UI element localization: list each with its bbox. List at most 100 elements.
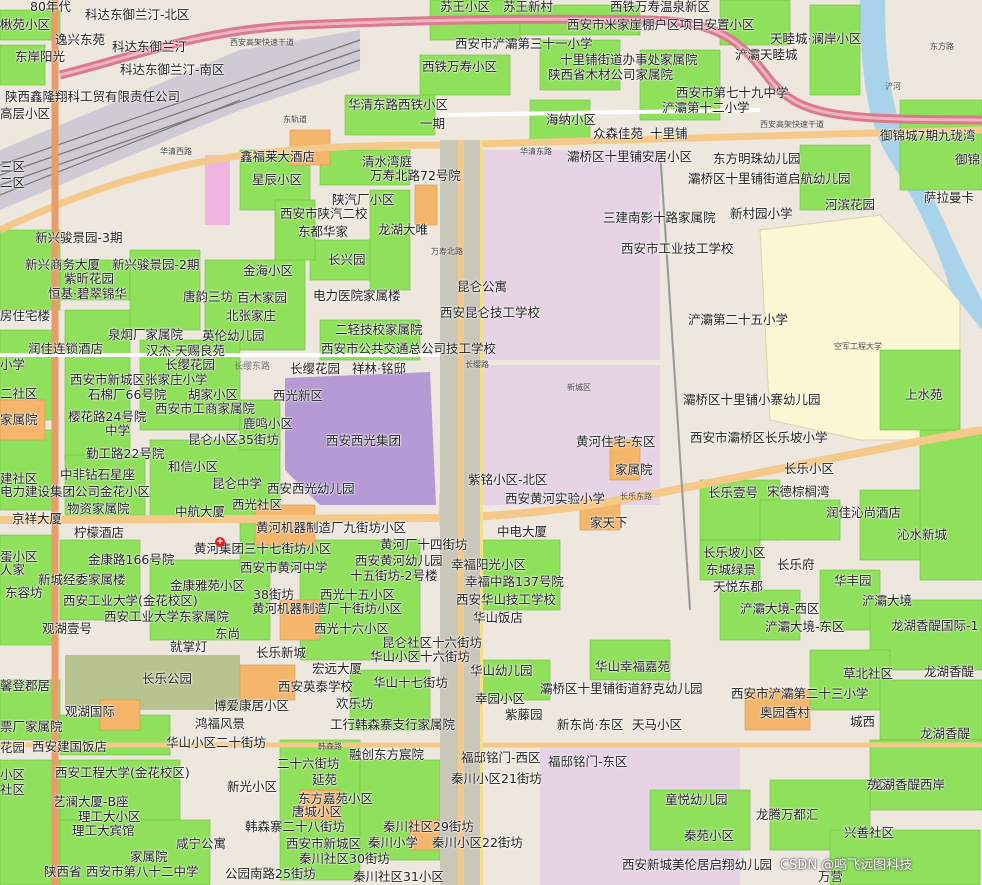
map-label[interactable]: 华丰园	[834, 574, 872, 588]
map-label[interactable]: 西安市黄河中学	[240, 561, 328, 575]
map-label[interactable]: 长乐府	[777, 558, 815, 572]
map-label[interactable]: 西安市新城区张家庄小学	[70, 373, 208, 387]
map-label[interactable]: 星辰小区	[252, 173, 302, 187]
map-label[interactable]: 理工大小区	[78, 810, 141, 824]
map-label[interactable]: 西安市陕汽二校	[280, 207, 368, 221]
map-label[interactable]: 西安昆仑技工学校	[440, 306, 540, 320]
map-label[interactable]: 西安市浐灞第三十一小学	[455, 37, 593, 51]
map-label[interactable]: 浐灞大境	[862, 594, 912, 608]
map-label[interactable]: 昆仑中学	[212, 477, 262, 491]
map-label[interactable]: 龙湖香醍	[920, 727, 970, 741]
map-label[interactable]: 苏王新村	[503, 0, 553, 14]
map-label[interactable]: 新村园小学	[730, 207, 793, 221]
map-label[interactable]: 西安市第七十九中学	[676, 86, 789, 100]
map-label[interactable]: 长乐小区	[784, 462, 834, 476]
map-label[interactable]: 华山幸福嘉苑	[595, 660, 670, 674]
map-label[interactable]: 海纳小区	[546, 113, 596, 127]
map-label[interactable]: 西安新城美伦居启翔幼儿园	[622, 858, 772, 872]
map-label[interactable]: 人家	[0, 563, 25, 577]
map-label[interactable]: 咸宁公寓	[176, 837, 226, 851]
map-label[interactable]: 长乐壹号	[708, 486, 758, 500]
map-label[interactable]: 长缨花园	[165, 358, 215, 372]
map-label[interactable]: 草北社区	[843, 667, 893, 681]
map-label[interactable]: 三区	[0, 160, 25, 174]
map-label[interactable]: 福邸铭门-西区	[461, 751, 541, 765]
map-label[interactable]: 二区	[0, 176, 25, 190]
map-label[interactable]: 黄河厂十四街坊	[380, 538, 468, 552]
map-label[interactable]: 西光十六小区	[314, 622, 389, 636]
map-label[interactable]: 西安西光集团	[326, 434, 401, 448]
map-label[interactable]: 和信小区	[168, 460, 218, 474]
map-label[interactable]: 中电大厦	[497, 525, 547, 539]
map-label[interactable]: 秦川社区29街坊	[383, 820, 474, 834]
map-label[interactable]: 浐灞天睦城	[735, 48, 798, 62]
map-label[interactable]: 秦川社区31小区	[353, 870, 444, 884]
map-label[interactable]: 英伦幼儿园	[202, 329, 265, 343]
map-canvas[interactable]: 80年代 苏王小区 苏王新村 西铁万寿温泉新区 楸苑小区 科达东御兰汀-北区 西…	[0, 0, 982, 885]
map-label[interactable]: 昆仑小区35街坊	[188, 433, 279, 447]
map-label[interactable]: 御锦城7期九珑湾	[880, 129, 975, 143]
map-label[interactable]: 艺澜大厦-B座	[53, 795, 129, 809]
map-label[interactable]: 家属院	[615, 463, 653, 477]
map-label[interactable]: 花园	[0, 741, 25, 755]
map-label[interactable]: 天悦东郡	[713, 580, 763, 594]
map-label[interactable]: 三建南影十路家属院	[603, 211, 716, 225]
map-label[interactable]: 金康路166号院	[88, 553, 174, 567]
map-label[interactable]: 润佳连锁酒店	[28, 342, 103, 356]
map-label[interactable]: 紫铭小区-北区	[468, 473, 548, 487]
map-label[interactable]: 韩森寨二十八街坊	[245, 820, 345, 834]
map-label[interactable]: 西安西光幼儿园	[267, 482, 355, 496]
map-label[interactable]: 唐韵三坊	[183, 290, 233, 304]
map-label[interactable]: 西安市第八十二中学	[86, 865, 199, 879]
map-label[interactable]: 陕西省	[44, 865, 82, 879]
map-label[interactable]: 电力医院家属楼	[313, 289, 401, 303]
map-label[interactable]: 西光十五小区	[320, 588, 395, 602]
map-label[interactable]: 龙湖香醍	[924, 665, 974, 679]
map-label[interactable]: 馨登郡居	[0, 679, 50, 693]
map-label[interactable]: 唐城小区	[292, 805, 342, 819]
map-label[interactable]: 紫昕花园	[64, 272, 114, 286]
map-label[interactable]: 观湖国际	[65, 705, 115, 719]
map-label[interactable]: 泉炯厂家属院	[108, 328, 183, 342]
map-label[interactable]: 灞桥区十里铺小寨幼儿园	[683, 393, 821, 407]
map-label[interactable]: 西安市工商家属院	[155, 402, 255, 416]
map-label[interactable]: 秦川社区30街坊	[299, 852, 390, 866]
map-label[interactable]: 黄河机器制造厂九街坊小区	[256, 521, 406, 535]
map-label[interactable]: 观湖壹号	[42, 622, 92, 636]
map-label[interactable]: 逸兴东苑	[55, 33, 105, 47]
map-label[interactable]: 城西	[850, 715, 875, 729]
map-label[interactable]: 河滨花园	[825, 198, 875, 212]
map-label[interactable]: 博爱康居小区	[214, 699, 289, 713]
map-label[interactable]: 高层小区	[0, 107, 50, 121]
map-label[interactable]: 楸苑小区	[0, 18, 50, 32]
map-label[interactable]: 浐灞大境-西区	[740, 602, 820, 616]
map-label[interactable]: 浐灞第二十五小学	[688, 313, 788, 327]
map-label[interactable]: 润佳沁尚酒店	[826, 506, 901, 520]
map-label[interactable]: 家属院	[0, 413, 38, 427]
map-label[interactable]: 工行韩森寨支行家属院	[330, 718, 455, 732]
map-label[interactable]: 西安建国饭店	[32, 740, 107, 754]
map-label[interactable]: 苏王小区	[440, 0, 490, 14]
map-label[interactable]: 幸福阳光小区	[451, 558, 526, 572]
map-label[interactable]: 科达东御兰汀	[112, 40, 187, 54]
map-label[interactable]: 十里铺	[650, 127, 688, 141]
map-label[interactable]: 鑫福莱大酒店	[240, 150, 315, 164]
map-label[interactable]: 龙湖香醍西岸	[870, 778, 945, 792]
map-label[interactable]: 延苑	[312, 773, 337, 787]
map-label[interactable]: 紫藤园	[505, 708, 543, 722]
map-label[interactable]: 新光小区	[227, 780, 277, 794]
map-label[interactable]: 西安市工业技工学校	[621, 242, 734, 256]
map-label[interactable]: 京祥大厦	[12, 512, 62, 526]
map-label[interactable]: 家天下	[590, 516, 628, 530]
map-label[interactable]: 萨拉曼卡	[924, 191, 974, 205]
map-label[interactable]: 长缨花园	[290, 362, 340, 376]
map-label[interactable]: 上水苑	[905, 388, 943, 402]
map-label[interactable]: 柠檬酒店	[74, 526, 124, 540]
map-label[interactable]: 浐灞第十二小学	[662, 101, 750, 115]
map-label[interactable]: 38街坊	[253, 588, 294, 602]
map-label[interactable]: 房住宅楼	[0, 309, 50, 323]
map-label[interactable]: 樱花路24号院	[68, 410, 146, 424]
map-label[interactable]: 新兴商务大厦	[25, 258, 100, 272]
map-label[interactable]: 华清东路西铁小区	[348, 98, 448, 112]
map-label[interactable]: 陕西省木材公司家属院	[548, 68, 673, 82]
